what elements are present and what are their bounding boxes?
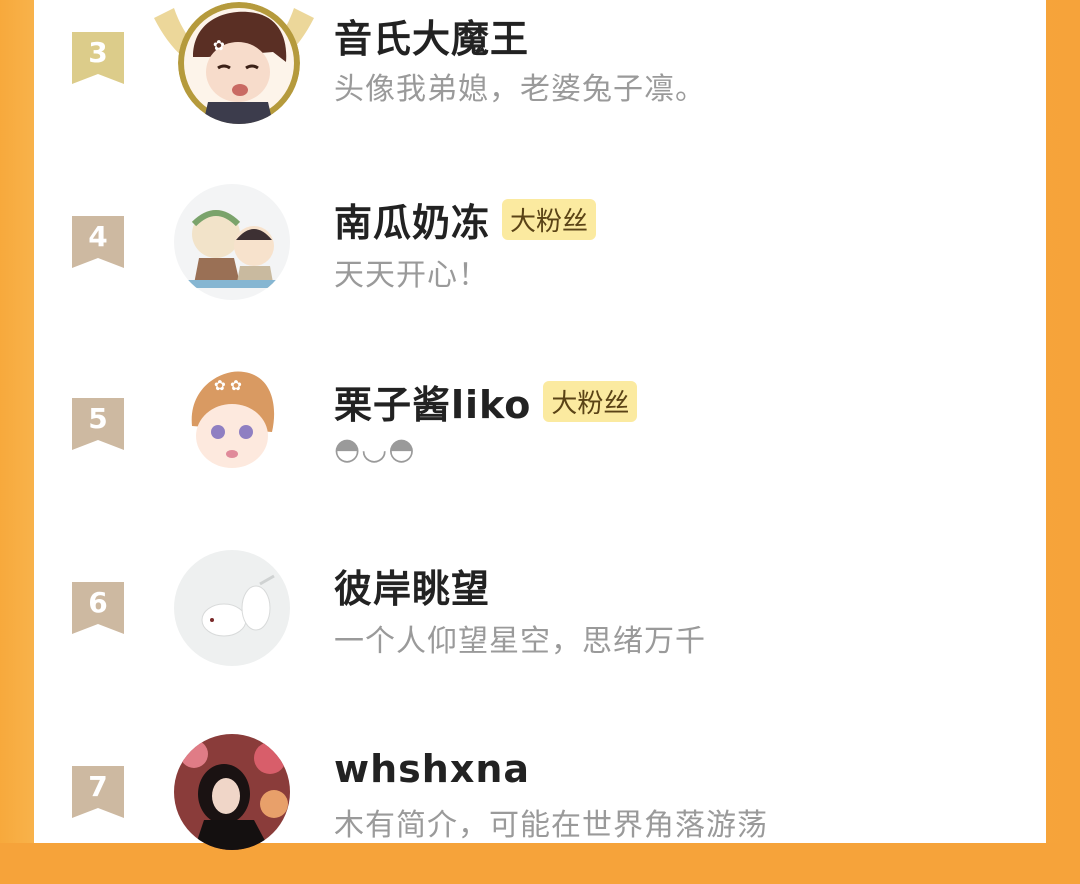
user-bio: 木有简介，可能在世界角落游荡 xyxy=(334,808,768,843)
user-bio: ◓◡◓ xyxy=(334,432,416,467)
username[interactable]: 栗子酱liko xyxy=(334,374,531,429)
rank-number: 5 xyxy=(88,402,108,435)
fan-badge: 大粉丝 xyxy=(543,380,638,422)
leaderboard-row[interactable]: 7 whshxna 木有简介，可能在世界角落游荡 xyxy=(34,734,1046,884)
username[interactable]: 彼岸眺望 xyxy=(334,558,490,613)
rank-ribbon: 6 xyxy=(72,582,124,634)
rank-ribbon: 7 xyxy=(72,766,124,818)
avatar[interactable]: ✿ xyxy=(178,2,300,124)
avatar[interactable] xyxy=(174,734,290,850)
fan-badge: 大粉丝 xyxy=(502,198,597,240)
rank-number: 7 xyxy=(88,770,108,803)
leaderboard-panel: 3 ✿ 音氏大魔王 头像我弟媳，老婆兔子凛。 4 南瓜奶冻 大粉丝 天天开心！ … xyxy=(34,0,1046,850)
user-bio: 一个人仰望星空，思绪万千 xyxy=(334,624,706,659)
user-bio: 头像我弟媳，老婆兔子凛。 xyxy=(334,72,706,107)
rank-number: 6 xyxy=(88,586,108,619)
user-bio: 天天开心！ xyxy=(334,258,489,293)
leaderboard-row[interactable]: 5 ✿ ✿ 栗子酱liko 大粉丝 ◓◡◓ xyxy=(34,366,1046,516)
rank-ribbon: 3 xyxy=(72,32,124,84)
name-line: 栗子酱liko 大粉丝 xyxy=(334,374,638,429)
svg-text:✿ ✿: ✿ ✿ xyxy=(214,378,242,394)
avatar-image xyxy=(174,184,290,300)
avatar-image: ✿ ✿ xyxy=(174,366,290,482)
leaderboard-screen: 3 ✿ 音氏大魔王 头像我弟媳，老婆兔子凛。 4 南瓜奶冻 大粉丝 天天开心！ … xyxy=(0,0,1080,850)
username[interactable]: 音氏大魔王 xyxy=(334,8,529,63)
name-line: whshxna xyxy=(334,744,530,794)
rank-ribbon: 5 xyxy=(72,398,124,450)
name-line: 音氏大魔王 xyxy=(334,8,529,63)
avatar-image xyxy=(174,734,290,850)
svg-text:✿: ✿ xyxy=(213,38,225,54)
leaderboard-row[interactable]: 4 南瓜奶冻 大粉丝 天天开心！ xyxy=(34,184,1046,334)
leaderboard-row[interactable]: 6 彼岸眺望 一个人仰望星空，思绪万千 xyxy=(34,550,1046,700)
avatar[interactable] xyxy=(174,550,290,666)
avatar[interactable]: ✿ ✿ xyxy=(174,366,290,482)
name-line: 彼岸眺望 xyxy=(334,558,490,613)
avatar[interactable] xyxy=(174,184,290,300)
rank-number: 3 xyxy=(88,36,108,69)
username[interactable]: whshxna xyxy=(334,747,530,791)
name-line: 南瓜奶冻 大粉丝 xyxy=(334,192,597,247)
rank-number: 4 xyxy=(88,220,108,253)
leaderboard-row[interactable]: 3 ✿ 音氏大魔王 头像我弟媳，老婆兔子凛。 xyxy=(34,0,1046,150)
rank-ribbon: 4 xyxy=(72,216,124,268)
avatar-image: ✿ xyxy=(178,2,300,124)
avatar-image xyxy=(174,550,290,666)
username[interactable]: 南瓜奶冻 xyxy=(334,192,490,247)
